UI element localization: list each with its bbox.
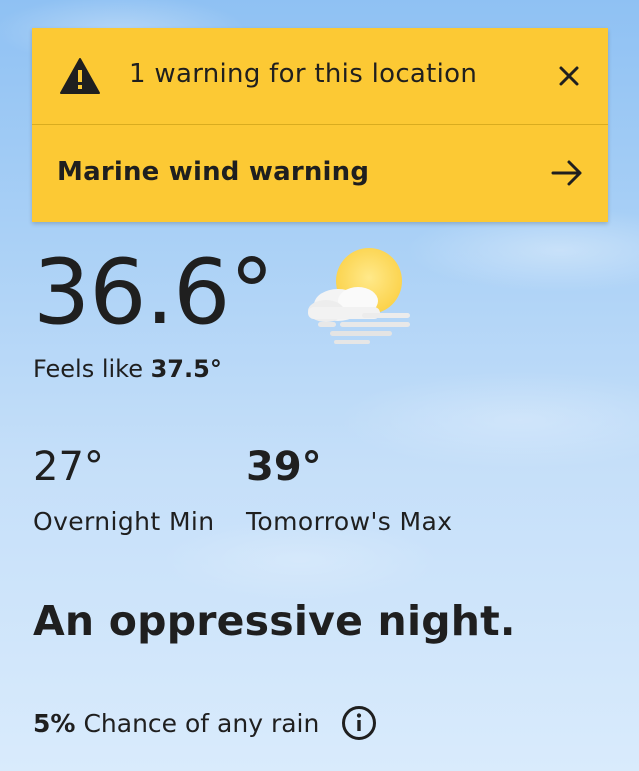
warning-count-text: 1 warning for this location bbox=[129, 59, 478, 89]
rain-percent: 5% bbox=[33, 708, 76, 738]
overnight-min-value: 27° bbox=[33, 444, 104, 490]
rain-chance: 5% Chance of any rain bbox=[33, 705, 377, 741]
info-icon[interactable] bbox=[341, 705, 377, 741]
warning-panel: 1 warning for this location Marine wind … bbox=[32, 28, 608, 222]
feels-like-value: 37.5° bbox=[150, 355, 222, 383]
tomorrow-max: 39° Tomorrow's Max bbox=[246, 447, 452, 536]
warning-triangle-icon bbox=[60, 58, 100, 94]
tomorrow-max-label: Tomorrow's Max bbox=[246, 507, 453, 536]
sun-behind-cloud-haze-icon bbox=[308, 248, 410, 344]
rain-label: Chance of any rain bbox=[83, 708, 320, 738]
overnight-min-label: Overnight Min bbox=[33, 507, 215, 536]
warning-header: 1 warning for this location bbox=[32, 28, 608, 125]
feels-like: Feels like 37.5° bbox=[33, 355, 222, 383]
current-temperature: 36.6° bbox=[33, 240, 274, 345]
tomorrow-max-value: 39° bbox=[246, 444, 322, 490]
feels-like-label: Feels like bbox=[33, 355, 143, 383]
overnight-min: 27° Overnight Min bbox=[33, 447, 215, 536]
forecast-summary: An oppressive night. bbox=[33, 597, 516, 645]
arrow-right-icon bbox=[551, 160, 582, 186]
marine-wind-warning-link[interactable]: Marine wind warning bbox=[32, 125, 608, 221]
warning-item-label: Marine wind warning bbox=[57, 157, 370, 187]
close-icon[interactable] bbox=[556, 63, 582, 89]
